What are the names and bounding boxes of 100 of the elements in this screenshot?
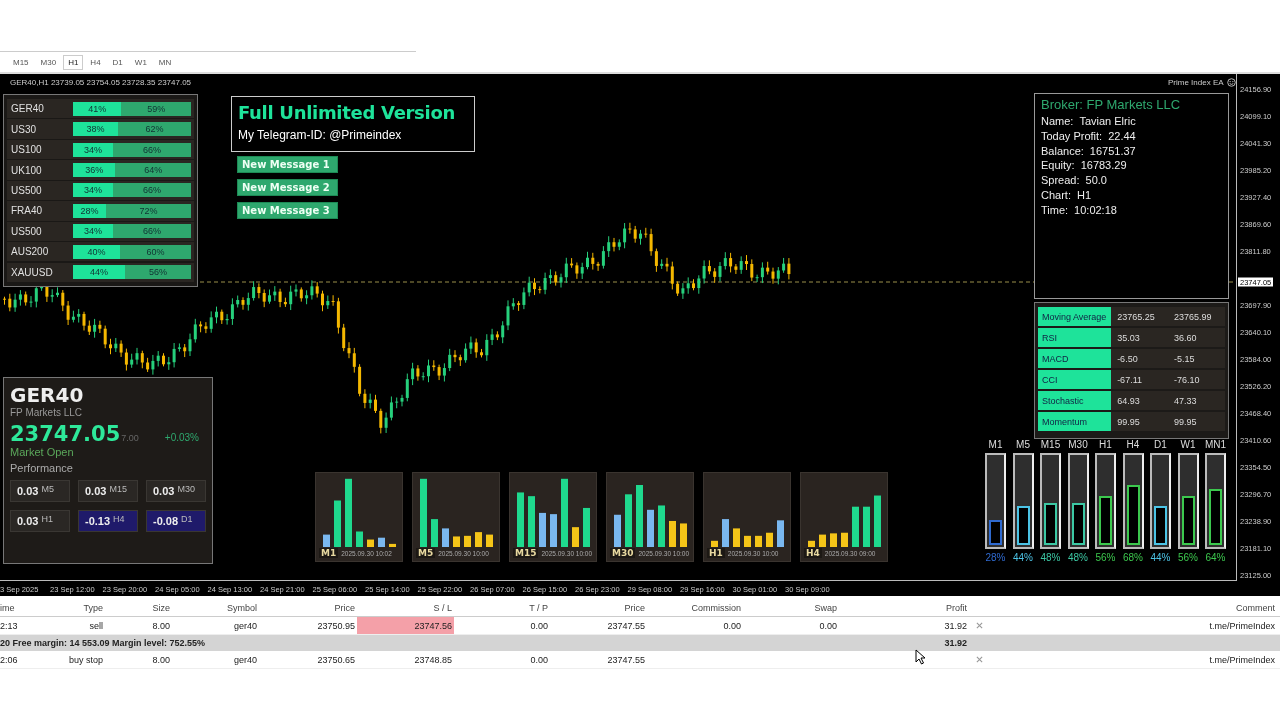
table-cell-text: 23747.55 [606,619,646,633]
timeframe-tab[interactable]: M15 [8,54,34,70]
sell-percent: 59% [147,103,166,114]
smiley-icon [1226,78,1236,87]
candlestick [215,306,218,324]
candlestick [268,289,271,305]
candlestick [639,229,642,246]
mouse-pointer-icon [915,649,926,665]
indicator-value: 23765.25 [1116,311,1156,322]
table-cell-text: 23750.95 [316,619,356,633]
symbol-label: GER40 [10,103,45,115]
table-cell-text: 23747.55 [606,653,646,667]
timeframe-label: M30 [610,548,636,558]
column-header: Symbol [226,601,258,615]
indicator-name: CCI [1038,370,1112,389]
broker-name: Broker: FP Markets LLC [1041,97,1182,112]
close-icon[interactable] [975,656,983,663]
timeframe-tab[interactable]: D1 [107,54,128,70]
candlestick [321,290,324,312]
table-cell-text: ger40 [232,619,258,633]
performance-title: Performance [10,462,74,475]
telegram-id: My Telegram-ID: @Primeindex [238,128,403,142]
sell-percent: 60% [146,246,165,257]
table-cell-text: ger40 [232,653,258,667]
timeframe-label: H1 [1099,439,1112,450]
sell-percent: 56% [148,267,167,278]
account-label: Equity: [1041,158,1075,174]
account-value: 16751.37 [1089,143,1136,159]
column-header: Price [623,601,646,615]
column-header: T / P [528,601,549,615]
table-cell-text: 23750.65 [316,653,356,667]
broker-label: FP Markets LLC [10,407,84,418]
account-label: Time: [1041,202,1069,218]
table-cell-text: buy stop [67,653,104,667]
sell-percent: 66% [143,144,162,155]
account-label: Balance: [1041,143,1084,159]
sell-percent: 72% [139,205,158,216]
chart-header: GER40,H1 23739.05 23754.05 23728.35 23747.05 [10,78,192,87]
change-percent: +0.03% [164,432,199,443]
candlestick [586,251,589,270]
price-value: 23747.05 [10,422,121,446]
symbol-label: US30 [10,123,37,135]
candlestick [533,277,536,296]
sell-percent: 62% [145,124,164,135]
account-label: Chart: [1041,188,1071,203]
account-value: 22.44 [1108,128,1136,144]
indicator-name: Moving Average [1038,307,1112,326]
timeframe-tab[interactable]: W1 [129,54,152,70]
candlestick [692,278,695,291]
timeframe-label: W1 [1180,439,1196,450]
account-value: 50.0 [1085,173,1107,188]
table-cell-text: 8.00 [151,619,171,633]
timeframe-tab[interactable]: H4 [85,54,106,70]
buy-percent: 34% [84,144,103,155]
timeframe-label: H1 [41,515,53,526]
timeframe-label: M1 [319,548,339,558]
indicator-value: 99.95 [1173,416,1198,427]
buy-percent: 36% [85,165,104,175]
account-label: Today Profit: [1041,128,1103,144]
meter-reading: 48% [1068,552,1088,563]
table-cell-text: 0.00 [818,619,838,633]
buy-percent: 28% [80,205,99,216]
indicator-name: Stochastic [1038,391,1112,410]
indicator-value: 99.95 [1116,416,1141,427]
buy-percent: 34% [84,226,103,237]
meter-reading: 44% [1013,552,1033,563]
column-header: Type [82,601,104,615]
performance-value: 0.03 [17,485,39,498]
table-cell-text: t.me/PrimeIndex [1208,619,1276,633]
account-value: 16783.29 [1080,158,1127,174]
column-header: Commission [690,601,742,615]
timeframe-tab[interactable]: H1 [63,54,84,70]
meter-reading: 64% [1205,552,1226,563]
meter-reading: 28% [985,552,1006,563]
performance-value: -0.13 [85,515,111,528]
buy-percent: 44% [89,267,108,278]
timeframe-label: M15 [109,485,127,496]
timeframe-label: D1 [181,515,193,526]
timeframe-tab[interactable]: M30 [35,54,62,70]
timeframe-label: H4 [113,515,125,526]
market-status: Market Open [10,446,75,459]
indicator-value: 35.03 [1116,332,1141,343]
margin-summary: 20 Free margin: 14 553.09 Margin level: 752.55% [0,638,206,648]
symbol-label: US100 [10,144,43,155]
symbol-label: US500 [10,225,43,237]
meter-reading: 56% [1178,552,1198,563]
indicator-name: Momentum [1038,412,1112,431]
indicator-value: 47.33 [1173,395,1198,406]
meter-reading: 68% [1123,552,1143,563]
timeframe-tab[interactable]: MN [153,54,177,70]
indicator-value: 23765.99 [1173,311,1213,322]
buy-percent: 40% [87,246,106,257]
table-cell-text: sell [88,619,104,633]
close-icon[interactable] [975,622,983,629]
table-cell: 31.92 [944,638,967,648]
price-fragment: 7.00 [121,434,139,444]
indicator-value: 36.60 [1173,332,1198,343]
buy-percent: 41% [88,103,107,114]
sell-percent: 66% [143,226,162,237]
symbol-label: FRA40 [10,205,44,217]
